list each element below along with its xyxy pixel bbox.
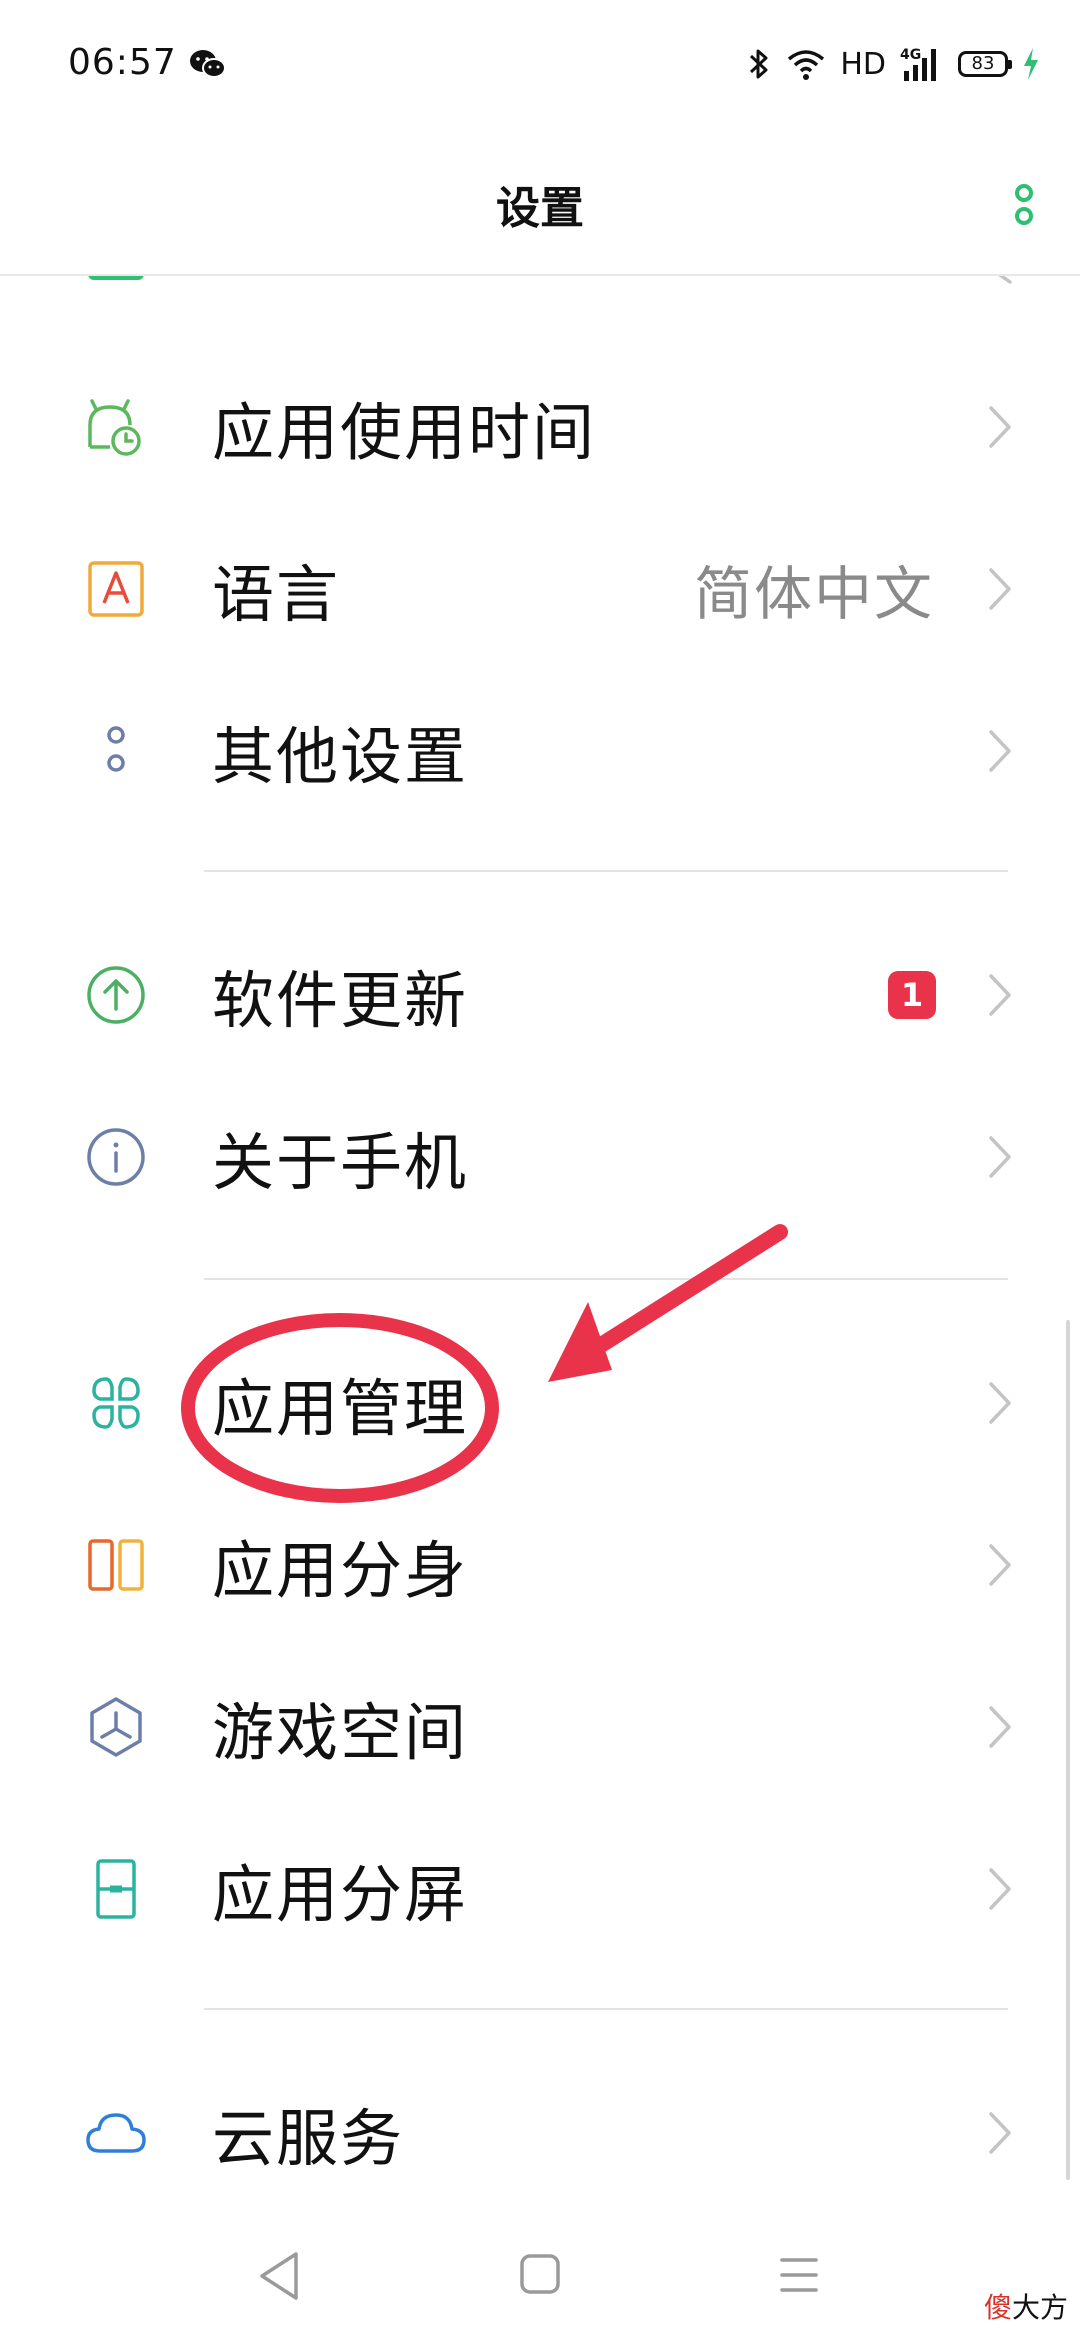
status-time: 06:57	[68, 42, 177, 83]
cloud-service-icon	[86, 2113, 146, 2153]
game-space-icon	[90, 1697, 142, 1757]
section-divider	[204, 870, 1008, 872]
charging-icon	[1024, 48, 1038, 80]
settings-item-about-phone[interactable]: 关于手机	[0, 1076, 1080, 1238]
wifi-icon	[788, 50, 825, 80]
chevron-right-icon	[989, 1706, 1011, 1748]
watermark-text: 大方	[1011, 2291, 1068, 2324]
chevron-right-icon	[989, 974, 1011, 1016]
settings-item-other-settings[interactable]: 其他设置	[0, 670, 1080, 832]
update-count-badge: 1	[888, 971, 936, 1019]
app-management-icon	[92, 1377, 140, 1429]
chevron-right-icon	[989, 2112, 1011, 2154]
chevron-right-icon	[989, 1382, 1011, 1424]
settings-item-label: 云服务	[212, 2102, 405, 2175]
more-options-icon[interactable]	[1004, 180, 1044, 230]
app-header: 设置	[0, 130, 1080, 276]
app-clone-icon	[88, 1539, 144, 1591]
battery-icon: 83	[958, 51, 1012, 77]
section-divider	[204, 1278, 1008, 1280]
hd-indicator: HD	[840, 46, 886, 82]
chevron-right-icon	[989, 406, 1011, 448]
chevron-right-icon	[989, 1136, 1011, 1178]
software-update-icon	[87, 966, 145, 1024]
settings-item-label: 其他设置	[212, 720, 469, 793]
settings-item-game-space[interactable]: 游戏空间	[0, 1646, 1080, 1808]
partial-row-offscreen	[0, 276, 1080, 306]
chevron-right-icon	[989, 730, 1011, 772]
chevron-right-icon	[998, 276, 1012, 284]
settings-item-language[interactable]: 语言 简体中文	[0, 508, 1080, 670]
settings-item-app-clone[interactable]: 应用分身	[0, 1484, 1080, 1646]
settings-item-app-management[interactable]: 应用管理	[0, 1322, 1080, 1484]
settings-item-label: 软件更新	[212, 964, 469, 1037]
watermark: 傻大方	[984, 2286, 1068, 2326]
battery-row-icon	[88, 276, 144, 280]
wechat-notification-icon	[190, 50, 226, 78]
settings-item-label: 关于手机	[212, 1126, 469, 1199]
settings-item-label: 应用管理	[212, 1372, 469, 1445]
settings-item-software-update[interactable]: 软件更新 1	[0, 914, 1080, 1076]
watermark-red-char: 傻	[983, 2291, 1012, 2324]
settings-item-app-usage-time[interactable]: 应用使用时间	[0, 346, 1080, 508]
status-icons: HD 4G 83	[746, 44, 1040, 84]
split-screen-icon	[96, 1859, 136, 1919]
cellular-signal-icon: 4G	[900, 47, 936, 81]
back-icon[interactable]	[254, 2248, 304, 2304]
status-bar: 06:57 HD 4G 83	[0, 0, 1080, 130]
about-phone-info-icon	[87, 1128, 145, 1186]
settings-item-label: 应用使用时间	[212, 396, 597, 469]
scrollbar[interactable]	[1066, 1320, 1070, 2180]
bluetooth-icon	[750, 49, 768, 79]
other-settings-icon	[107, 726, 125, 772]
svg-text:4G: 4G	[900, 47, 921, 63]
settings-item-split-screen[interactable]: 应用分屏	[0, 1808, 1080, 1970]
recent-apps-icon[interactable]	[774, 2252, 824, 2298]
settings-item-value: 简体中文	[693, 560, 934, 628]
settings-item-label: 语言	[212, 558, 341, 631]
language-icon	[88, 561, 144, 617]
chevron-right-icon	[989, 568, 1011, 610]
app-usage-timer-icon	[88, 399, 141, 456]
page-title: 设置	[496, 183, 584, 234]
settings-item-cloud-service[interactable]: 云服务	[0, 2052, 1080, 2214]
home-icon[interactable]	[516, 2250, 564, 2298]
settings-item-label: 应用分屏	[212, 1858, 469, 1931]
section-divider	[204, 2008, 1008, 2010]
chevron-right-icon	[989, 1868, 1011, 1910]
settings-item-label: 应用分身	[212, 1534, 469, 1607]
chevron-right-icon	[989, 1544, 1011, 1586]
settings-item-label: 游戏空间	[212, 1696, 469, 1769]
navigation-bar: 傻大方	[0, 2220, 1080, 2340]
